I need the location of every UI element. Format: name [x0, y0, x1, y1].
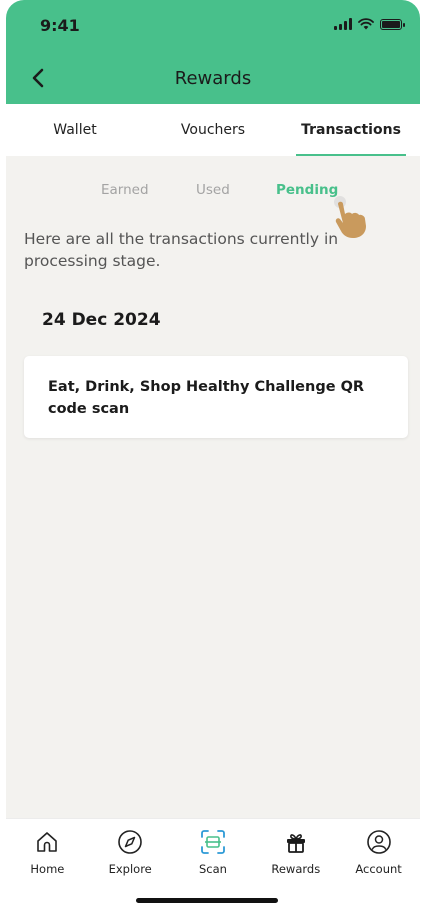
signal-icon: [334, 18, 352, 30]
bottom-nav: Home Explore Scan Rewards Account: [6, 818, 420, 880]
nav-label-rewards: Rewards: [271, 862, 321, 876]
nav-label-scan: Scan: [199, 862, 227, 876]
transaction-title: Eat, Drink, Shop Healthy Challenge QR co…: [48, 379, 365, 417]
nav-label-explore: Explore: [108, 862, 152, 876]
tab-wallet[interactable]: Wallet: [6, 104, 144, 156]
gift-icon: [283, 829, 309, 855]
nav-explore[interactable]: Explore: [89, 819, 172, 880]
tab-vouchers[interactable]: Vouchers: [144, 104, 282, 156]
nav-label-account: Account: [355, 862, 402, 876]
nav-home[interactable]: Home: [6, 819, 89, 880]
user-icon: [366, 829, 392, 855]
subtab-used[interactable]: Used: [196, 182, 230, 198]
wifi-icon: [358, 18, 374, 30]
battery-icon: [380, 18, 405, 30]
compass-icon: [117, 829, 143, 855]
scan-icon: [200, 829, 226, 855]
nav-label-home: Home: [30, 862, 65, 876]
nav-rewards[interactable]: Rewards: [254, 819, 337, 880]
status-time: 9:41: [40, 16, 80, 35]
date-heading: 24 Dec 2024: [42, 310, 161, 330]
nav-scan[interactable]: Scan: [172, 819, 255, 880]
status-icons: [334, 18, 405, 30]
nav-account[interactable]: Account: [337, 819, 420, 880]
phone-frame: 9:41 Rewards Wallet Vouchers Transaction…: [6, 0, 420, 912]
tab-transactions[interactable]: Transactions: [282, 104, 420, 156]
top-tabs: Wallet Vouchers Transactions: [6, 104, 420, 156]
transaction-card[interactable]: Eat, Drink, Shop Healthy Challenge QR co…: [24, 356, 408, 438]
description-text: Here are all the transactions currently …: [24, 230, 339, 270]
home-indicator: [136, 898, 278, 903]
page-title: Rewards: [174, 68, 252, 89]
content-area: Earned Used Pending Here are all the tra…: [6, 156, 420, 818]
home-icon: [34, 829, 60, 855]
subtab-earned[interactable]: Earned: [101, 182, 149, 198]
header: 9:41 Rewards: [6, 0, 420, 104]
